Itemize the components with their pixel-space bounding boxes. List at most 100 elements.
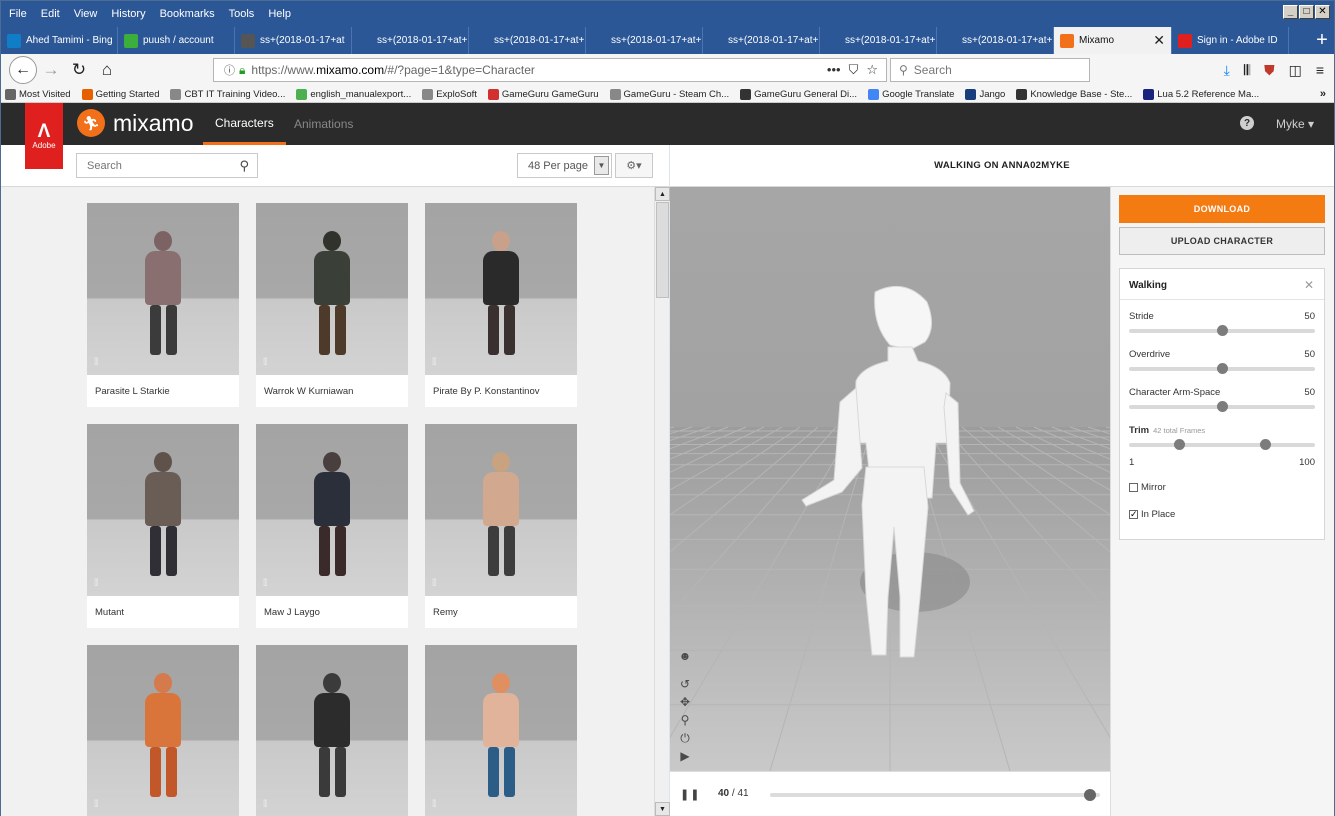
bookmark-item[interactable]: Jango xyxy=(965,88,1005,100)
bookmark-item[interactable]: Knowledge Base - Ste... xyxy=(1016,88,1132,100)
slider-knob[interactable] xyxy=(1217,401,1228,412)
search-icon[interactable]: ⚲ xyxy=(239,158,249,174)
hamburger-menu-icon[interactable]: ≡ xyxy=(1316,62,1324,78)
back-button[interactable]: ← xyxy=(9,56,37,84)
bookmark-item[interactable]: Getting Started xyxy=(81,88,159,100)
tab-ss-2018-01-17-at-10[interactable]: ss+(2018-01-17+at+10 xyxy=(469,27,586,54)
bookmark-star-icon[interactable]: ☆ xyxy=(866,62,878,78)
menu-tools[interactable]: Tools xyxy=(229,8,255,20)
character-card[interactable]: ⫾⫾ Remy xyxy=(425,424,577,628)
in-place-checkbox[interactable]: ✓ xyxy=(1129,510,1138,519)
tab-ss-2018-01-17-at-10[interactable]: ss+(2018-01-17+at+10 xyxy=(586,27,703,54)
help-icon[interactable]: ? xyxy=(1240,116,1254,130)
menu-edit[interactable]: Edit xyxy=(41,8,60,20)
menu-file[interactable]: File xyxy=(9,8,27,20)
menu-bookmarks[interactable]: Bookmarks xyxy=(160,8,215,20)
close-icon[interactable]: ✕ xyxy=(1304,278,1314,292)
nav-characters[interactable]: Characters xyxy=(203,103,286,145)
arm-space-slider[interactable] xyxy=(1129,401,1315,412)
user-menu[interactable]: Myke ▾ xyxy=(1276,117,1314,131)
scroll-up-icon[interactable]: ▲ xyxy=(655,187,670,201)
power-icon[interactable]: ⏻ xyxy=(678,731,692,745)
tab-ss-2018-01-17-at-10[interactable]: ss+(2018-01-17+at+10 xyxy=(352,27,469,54)
download-arrow-icon[interactable]: ⤓ xyxy=(1224,62,1230,79)
bookmark-item[interactable]: GameGuru - Steam Ch... xyxy=(609,88,729,100)
tab-ahed-tamimi-bing[interactable]: Ahed Tamimi - Bing xyxy=(1,27,118,54)
character-card[interactable]: ⫾⫾ xyxy=(256,645,408,816)
forward-button[interactable]: → xyxy=(37,56,65,84)
camera-icon[interactable]: ▶ xyxy=(678,749,692,763)
bookmarks-overflow-icon[interactable]: » xyxy=(1320,88,1326,100)
skeleton-icon[interactable]: ☻ xyxy=(678,649,692,663)
per-page-select[interactable]: 48 Per page ▼ xyxy=(517,153,612,178)
page-actions-icon[interactable]: ••• xyxy=(827,62,841,78)
stride-slider[interactable] xyxy=(1129,325,1315,336)
menu-history[interactable]: History xyxy=(111,8,145,20)
tab-ss-2018-01-17-at-10[interactable]: ss+(2018-01-17+at+10 xyxy=(937,27,1054,54)
tab-ss-2018-01-17-at-10[interactable]: ss+(2018-01-17+at+10 xyxy=(820,27,937,54)
mixamo-logo[interactable]: 🏃︎ mixamo xyxy=(77,109,194,137)
trim-end-knob[interactable] xyxy=(1259,439,1271,450)
search-bar[interactable]: ⚲ Search xyxy=(890,58,1090,82)
pocket-icon[interactable]: ⛉ xyxy=(849,62,859,78)
menu-help[interactable]: Help xyxy=(268,8,291,20)
extension-icon[interactable]: ⛊ xyxy=(1264,62,1275,79)
slider-knob[interactable] xyxy=(1217,325,1228,336)
sidebar-icon[interactable]: ◫ xyxy=(1289,62,1302,79)
tab-ss-2018-01-17-at-10[interactable]: ss+(2018-01-17+at+10 xyxy=(703,27,820,54)
bookmark-item[interactable]: Lua 5.2 Reference Ma... xyxy=(1143,88,1259,100)
close-tab-icon[interactable]: ✕ xyxy=(1153,32,1165,49)
upload-character-button[interactable]: UPLOAD CHARACTER xyxy=(1119,227,1325,255)
tab-puush-account[interactable]: puush / account xyxy=(118,27,235,54)
bookmark-item[interactable]: english_manualexport... xyxy=(296,88,411,100)
character-card[interactable]: ⫾⫾ xyxy=(87,645,239,816)
bookmark-item[interactable]: GameGuru GameGuru xyxy=(487,88,599,100)
info-icon[interactable]: ⓘ xyxy=(224,62,235,78)
character-card[interactable]: ⫾⫾ Maw J Laygo xyxy=(256,424,408,628)
character-search-input[interactable] xyxy=(87,159,227,172)
nav-animations[interactable]: Animations xyxy=(294,103,353,145)
character-card[interactable]: ⫾⫾ Parasite L Starkie xyxy=(87,203,239,407)
reload-button[interactable]: ↻ xyxy=(65,56,93,84)
character-card[interactable]: ⫾⫾ Warrok W Kurniawan xyxy=(256,203,408,407)
library-scrollbar[interactable]: ▲ ▼ xyxy=(654,187,670,816)
home-button[interactable]: ⌂ xyxy=(93,56,121,84)
bookmark-item[interactable]: GameGuru General Di... xyxy=(740,88,857,100)
bookmark-item[interactable]: ExploSoft xyxy=(422,88,477,100)
adobe-logo[interactable]: Λ Adobe xyxy=(25,103,63,169)
tab-ss-2018-01-17-at[interactable]: ss+(2018-01-17+at xyxy=(235,27,352,54)
scroll-down-icon[interactable]: ▼ xyxy=(655,802,670,816)
bookmark-item[interactable]: Most Visited xyxy=(5,88,71,100)
slider-knob[interactable] xyxy=(1217,363,1228,374)
trim-start-knob[interactable] xyxy=(1174,439,1186,450)
bookmark-item[interactable]: CBT IT Training Video... xyxy=(170,88,285,100)
maximize-button[interactable]: □ xyxy=(1299,5,1314,19)
menu-view[interactable]: View xyxy=(74,8,98,20)
pan-icon[interactable]: ✥ xyxy=(678,695,692,709)
reset-view-icon[interactable]: ↺ xyxy=(678,677,692,691)
download-button[interactable]: DOWNLOAD xyxy=(1119,195,1325,223)
close-window-button[interactable]: ✕ xyxy=(1315,5,1330,19)
scrollbar-thumb[interactable] xyxy=(656,202,669,298)
pause-button[interactable]: ❚❚ xyxy=(680,788,700,801)
library-icon[interactable]: 𝄃𝄃 xyxy=(1244,62,1250,79)
character-card[interactable]: ⫾⫾ Mutant xyxy=(87,424,239,628)
timeline-knob[interactable] xyxy=(1084,789,1097,801)
character-card[interactable]: ⫾⫾ xyxy=(425,645,577,816)
character-card[interactable]: ⫾⫾ Pirate By P. Konstantinov xyxy=(425,203,577,407)
settings-gear-button[interactable]: ⚙▾ xyxy=(615,153,653,178)
tab-mixamo[interactable]: Mixamo ✕ xyxy=(1054,27,1172,54)
url-bar[interactable]: ⓘ 🔒︎ https://www. mixamo.com/#/?page=1&ty… xyxy=(213,58,887,82)
timeline-scrubber[interactable] xyxy=(770,789,1100,801)
3d-viewport[interactable]: ☻ ↺ ✥ ⚲ ⏻ ▶ xyxy=(670,187,1110,771)
mirror-option[interactable]: Mirror xyxy=(1129,482,1166,493)
minimize-button[interactable]: _ xyxy=(1283,5,1298,19)
tab-sign-in-adobe-id[interactable]: Sign in - Adobe ID xyxy=(1172,27,1289,54)
zoom-icon[interactable]: ⚲ xyxy=(678,713,692,727)
trim-slider[interactable] xyxy=(1129,439,1315,450)
overdrive-slider[interactable] xyxy=(1129,363,1315,374)
mirror-checkbox[interactable] xyxy=(1129,483,1138,492)
in-place-option[interactable]: ✓ In Place xyxy=(1129,509,1175,520)
bookmark-item[interactable]: Google Translate xyxy=(868,88,954,100)
new-tab-icon[interactable]: + xyxy=(1310,27,1334,54)
